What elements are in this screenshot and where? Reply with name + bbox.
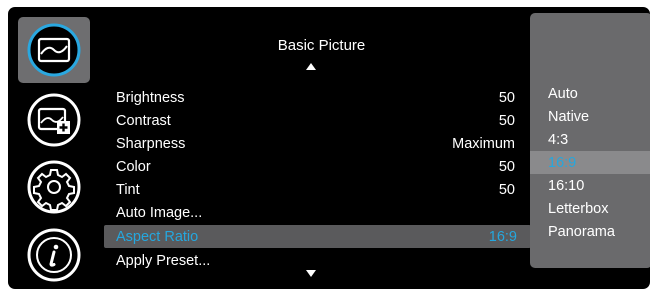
menu-title: Basic Picture (277, 37, 366, 54)
menu-item-auto-image[interactable]: Auto Image... (104, 201, 529, 224)
menu-item-brightness[interactable]: Brightness 50 (104, 86, 529, 109)
option-label: 4:3 (548, 131, 569, 148)
option-label: Native (548, 108, 590, 125)
menu-item-label: Contrast (116, 112, 171, 129)
menu-item-value: 50 (498, 112, 515, 129)
menu-item-value: Maximum (452, 135, 515, 152)
aspect-option-native[interactable]: Native (530, 105, 650, 128)
aspect-option-auto[interactable]: Auto (530, 82, 650, 105)
menu-item-label: Auto Image... (116, 204, 203, 221)
aspect-option-letterbox[interactable]: Letterbox (530, 197, 650, 220)
option-label: Panorama (548, 223, 615, 240)
menu-item-label: Brightness (116, 89, 185, 106)
option-label: 16:10 (548, 177, 585, 194)
menu-item-value: 50 (498, 181, 515, 198)
menu-item-label: Apply Preset... (116, 252, 211, 269)
display-setup-icon (27, 93, 81, 147)
aspect-option-4-3[interactable]: 4:3 (530, 128, 650, 151)
menu-item-value: 16:9 (488, 228, 517, 245)
display-setup-tab[interactable] (18, 87, 90, 153)
option-label: Letterbox (548, 200, 609, 217)
menu-item-value: 50 (498, 89, 515, 106)
settings-gear-icon (27, 160, 81, 214)
menu-item-label: Color (116, 158, 151, 175)
menu-item-label: Aspect Ratio (116, 228, 199, 245)
scroll-down-arrow-icon[interactable] (306, 270, 316, 277)
menu-item-label: Tint (116, 181, 140, 198)
info-icon (27, 228, 81, 282)
menu-icon-column (8, 7, 104, 289)
picture-icon (27, 23, 81, 77)
menu-item-sharpness[interactable]: Sharpness Maximum (104, 132, 529, 155)
info-tab[interactable] (18, 222, 90, 288)
option-label: Auto (548, 85, 578, 102)
menu-item-aspect-ratio[interactable]: Aspect Ratio 16:9 (104, 225, 531, 248)
menu-item-apply-preset[interactable]: Apply Preset... (104, 249, 529, 272)
menu-item-contrast[interactable]: Contrast 50 (104, 109, 529, 132)
picture-menu-tab[interactable] (18, 17, 90, 83)
scroll-up-arrow-icon[interactable] (306, 63, 316, 70)
aspect-option-16-10[interactable]: 16:10 (530, 174, 650, 197)
option-label: 16:9 (548, 154, 577, 171)
menu-item-color[interactable]: Color 50 (104, 155, 529, 178)
settings-tab[interactable] (18, 154, 90, 220)
aspect-option-panorama[interactable]: Panorama (530, 220, 650, 243)
menu-item-label: Sharpness (116, 135, 186, 152)
aspect-option-16-9[interactable]: 16:9 (530, 151, 650, 174)
menu-item-tint[interactable]: Tint 50 (104, 178, 529, 201)
osd-menu: Basic Picture Brightness 50 Contrast 50 … (8, 7, 650, 289)
menu-item-value: 50 (498, 158, 515, 175)
